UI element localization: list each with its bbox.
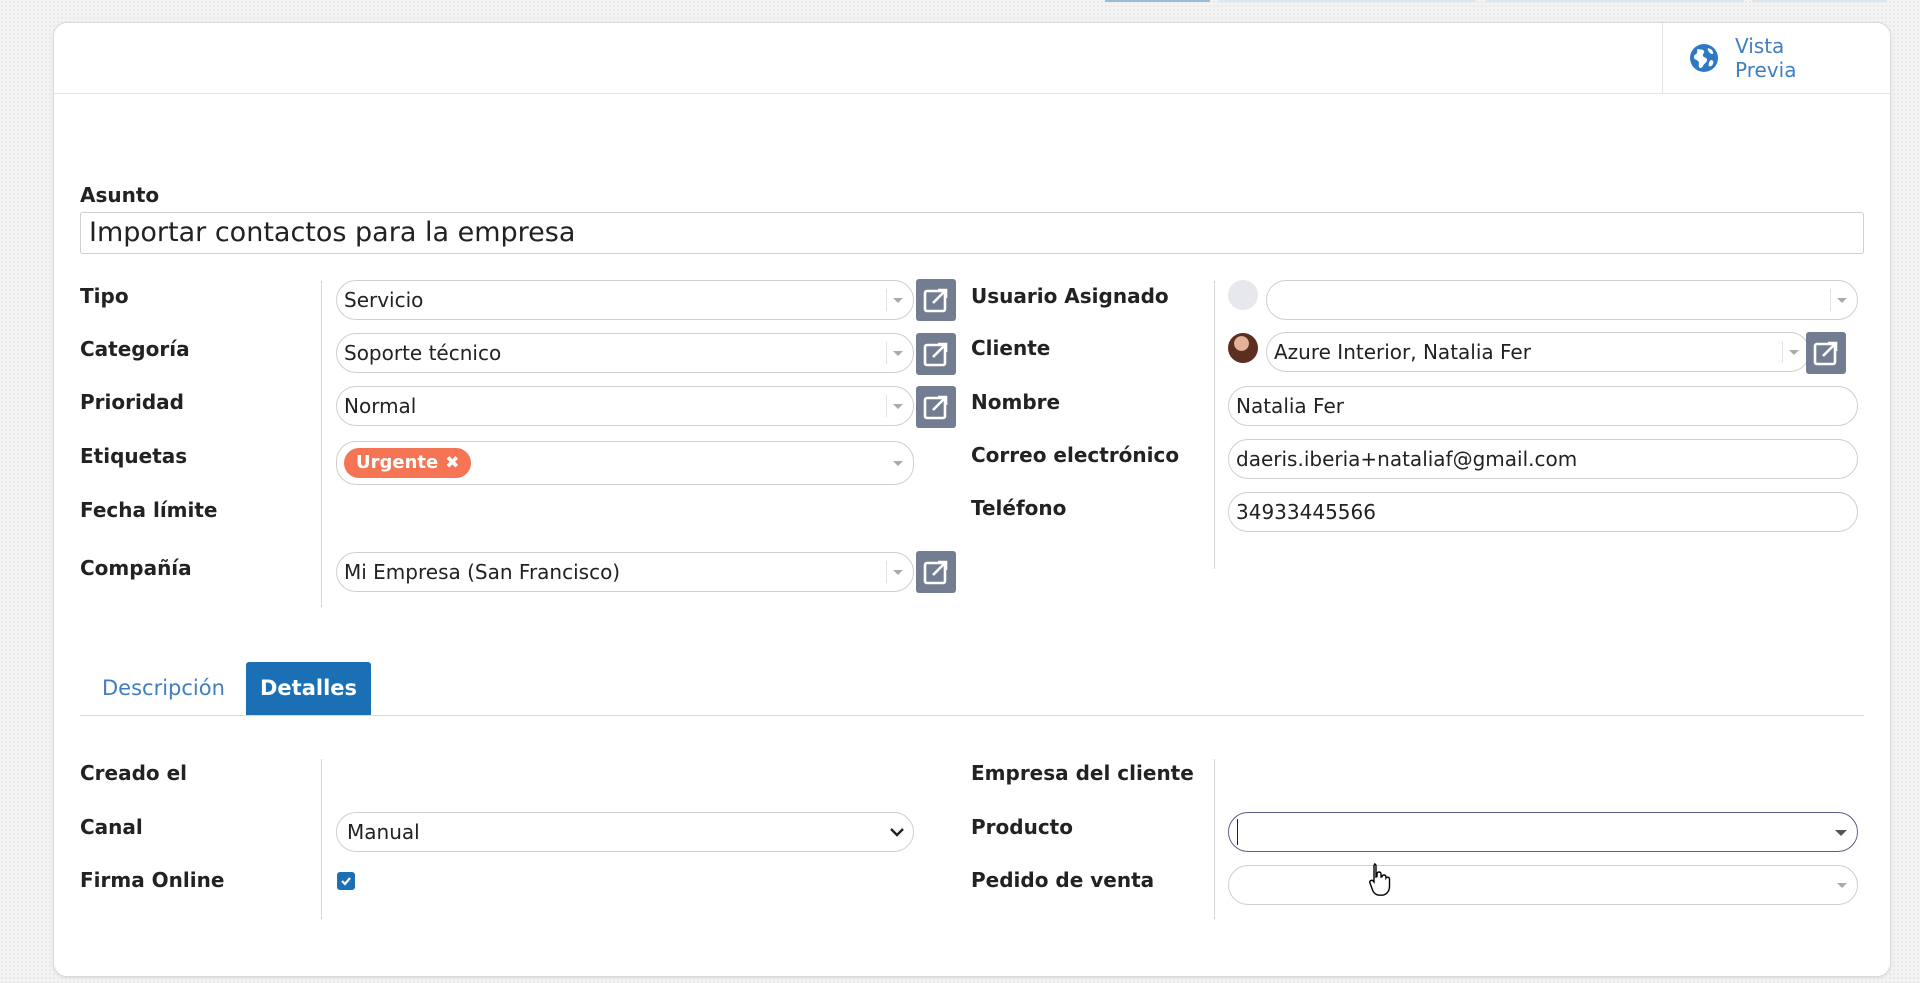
- chevron-down-icon: [893, 351, 903, 356]
- preview-button[interactable]: Vista Previa: [1662, 23, 1890, 93]
- categoria-external-link-button[interactable]: [916, 333, 956, 375]
- canal-value: Manual: [347, 820, 420, 844]
- chevron-down-icon: [1837, 883, 1847, 888]
- preview-label-line1: Vista: [1735, 34, 1785, 58]
- telefono-input[interactable]: 34933445566: [1228, 492, 1858, 532]
- prioridad-external-link-button[interactable]: [916, 386, 956, 428]
- categoria-select[interactable]: Soporte técnico: [336, 333, 914, 373]
- pedido-venta-select[interactable]: [1228, 865, 1858, 905]
- usuario-asignado-label: Usuario Asignado: [971, 284, 1169, 308]
- select-separator: [886, 289, 887, 311]
- chevron-down-icon: [893, 570, 903, 575]
- chevron-down-icon: [893, 404, 903, 409]
- producto-select[interactable]: [1228, 812, 1858, 852]
- tab-descripcion[interactable]: Descripción: [102, 662, 225, 715]
- form-header: Vista Previa: [54, 23, 1890, 94]
- nombre-label: Nombre: [971, 390, 1061, 414]
- top-tab-indicator: [1218, 0, 1476, 2]
- etiquetas-label: Etiquetas: [80, 444, 188, 468]
- chevron-down-icon: [893, 461, 903, 466]
- tipo-value: Servicio: [344, 288, 424, 312]
- external-link-icon: [923, 342, 948, 367]
- avatar: [1228, 333, 1258, 363]
- canal-select[interactable]: Manual: [336, 812, 914, 852]
- ticket-form-card: Vista Previa Asunto Importar contactos p…: [53, 22, 1891, 977]
- hand-pointer-icon: [1369, 863, 1391, 896]
- categoria-label: Categoría: [80, 337, 190, 361]
- cliente-external-link-button[interactable]: [1806, 332, 1846, 374]
- cliente-select[interactable]: Azure Interior, Natalia Fer: [1266, 332, 1810, 372]
- nombre-input[interactable]: Natalia Fer: [1228, 386, 1858, 426]
- tag-label: Urgente: [356, 452, 439, 473]
- firma-online-checkbox[interactable]: [337, 872, 355, 890]
- tipo-select[interactable]: Servicio: [336, 280, 914, 320]
- telefono-label: Teléfono: [971, 496, 1067, 520]
- select-separator: [1782, 341, 1783, 363]
- prioridad-value: Normal: [344, 394, 417, 418]
- details-left-divider: [321, 759, 322, 919]
- correo-value: daeris.iberia+nataliaf@gmail.com: [1236, 447, 1578, 471]
- nombre-value: Natalia Fer: [1236, 394, 1344, 418]
- pedido-venta-label: Pedido de venta: [971, 868, 1155, 892]
- prioridad-select[interactable]: Normal: [336, 386, 914, 426]
- compania-external-link-button[interactable]: [916, 551, 956, 593]
- cliente-value: Azure Interior, Natalia Fer: [1274, 340, 1531, 364]
- select-separator: [886, 395, 887, 417]
- select-separator: [886, 561, 887, 583]
- chevron-down-icon: [1789, 350, 1799, 355]
- top-tab-indicator: [1486, 0, 1744, 2]
- chevron-down-icon: [1835, 830, 1847, 836]
- compania-value: Mi Empresa (San Francisco): [344, 560, 621, 584]
- top-tab-indicator: [1105, 0, 1210, 2]
- preview-label-line2: Previa: [1735, 58, 1797, 82]
- subject-label: Asunto: [80, 183, 160, 207]
- producto-label: Producto: [971, 815, 1073, 839]
- fecha-limite-label: Fecha límite: [80, 498, 218, 522]
- firma-online-label: Firma Online: [80, 868, 225, 892]
- tabs-divider: [80, 715, 1864, 716]
- creado-el-label: Creado el: [80, 761, 188, 785]
- usuario-asignado-select[interactable]: [1266, 280, 1858, 320]
- categoria-value: Soporte técnico: [344, 341, 502, 365]
- right-column-divider: [1214, 281, 1215, 569]
- correo-label: Correo electrónico: [971, 443, 1180, 467]
- globe-icon: [1690, 44, 1718, 72]
- tag-urgente[interactable]: Urgente ✖: [344, 448, 472, 478]
- tipo-label: Tipo: [80, 284, 129, 308]
- external-link-icon: [1813, 341, 1838, 366]
- close-icon[interactable]: ✖: [445, 448, 459, 478]
- chevron-down-icon: [893, 298, 903, 303]
- empresa-cliente-label: Empresa del cliente: [971, 761, 1194, 785]
- telefono-value: 34933445566: [1236, 500, 1376, 524]
- select-separator: [886, 342, 887, 364]
- details-right-divider: [1214, 759, 1215, 919]
- tab-detalles[interactable]: Detalles: [246, 662, 371, 715]
- chevron-down-icon: [1837, 298, 1847, 303]
- canal-label: Canal: [80, 815, 143, 839]
- left-column-divider: [321, 281, 322, 607]
- top-tab-indicator: [1752, 0, 1887, 2]
- cliente-label: Cliente: [971, 336, 1051, 360]
- prioridad-label: Prioridad: [80, 390, 184, 414]
- chevron-down-icon: [890, 828, 904, 837]
- external-link-icon: [923, 395, 948, 420]
- avatar: [1228, 280, 1258, 310]
- text-caret: [1237, 819, 1238, 845]
- checkmark-icon: [341, 877, 351, 886]
- external-link-icon: [923, 560, 948, 585]
- compania-label: Compañía: [80, 556, 192, 580]
- tipo-external-link-button[interactable]: [916, 279, 956, 321]
- select-separator: [1830, 289, 1831, 311]
- subject-input[interactable]: Importar contactos para la empresa: [80, 212, 1864, 254]
- compania-select[interactable]: Mi Empresa (San Francisco): [336, 552, 914, 592]
- external-link-icon: [923, 288, 948, 313]
- correo-input[interactable]: daeris.iberia+nataliaf@gmail.com: [1228, 439, 1858, 479]
